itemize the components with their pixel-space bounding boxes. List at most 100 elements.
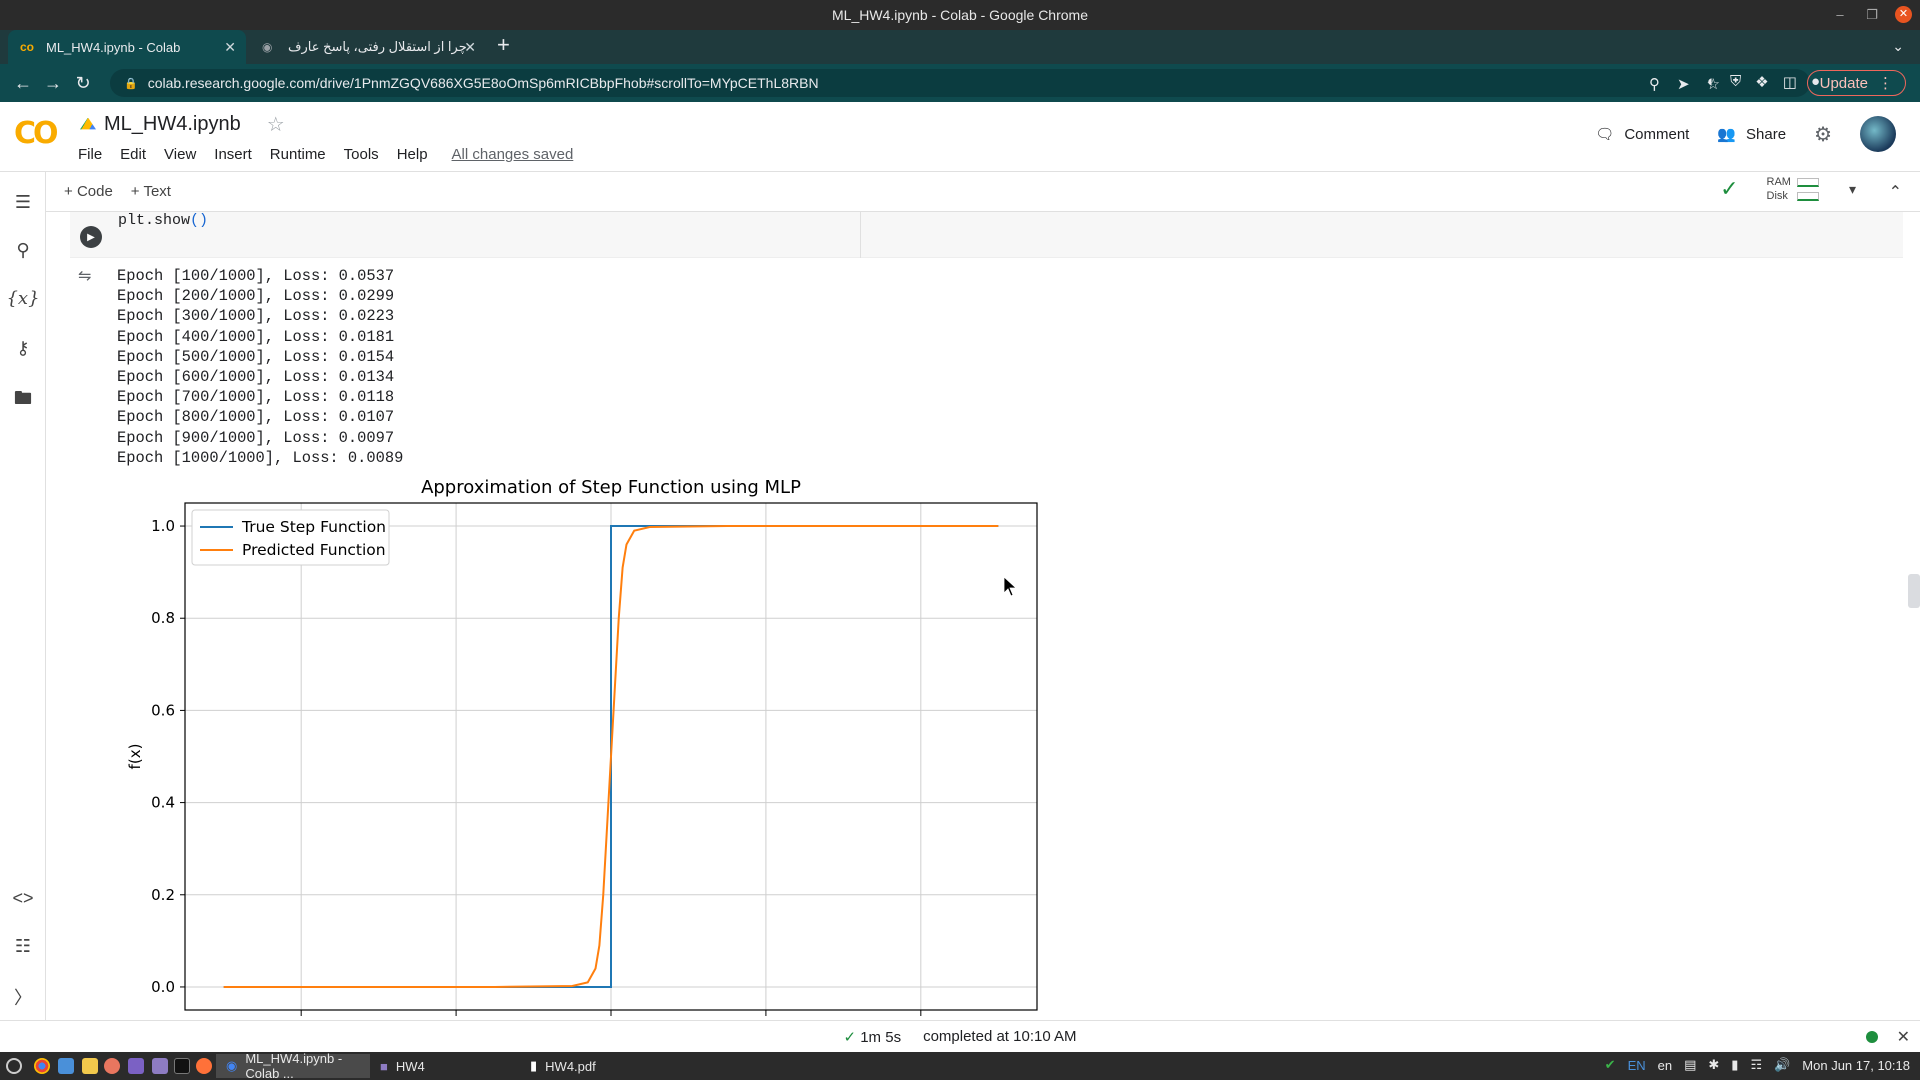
system-tray: ✔ EN en ▤ ✱ ▮ ☶ 🔊 Mon Jun 17, 10:18 [1605,1057,1910,1073]
menu-edit[interactable]: Edit [120,146,146,163]
chart-title: Approximation of Step Function using MLP [421,477,801,498]
settings-gear-icon[interactable]: ⚙ [1814,122,1832,147]
completed-time: completed at 10:10 AM [923,1028,1077,1045]
firefox-launcher-icon[interactable] [196,1058,212,1074]
output-line: Epoch [400/1000], Loss: 0.0181 [117,327,395,346]
search-icon[interactable]: ⚲ [0,240,46,261]
colab-header: CO ML_HW4.ipynb ☆ File Edit View Insert … [0,102,1920,172]
tab-close-icon[interactable]: ✕ [224,39,236,56]
variables-icon[interactable]: {x} [0,288,46,309]
menu-runtime[interactable]: Runtime [270,146,326,163]
forward-icon[interactable]: → [38,73,68,94]
screen-icon[interactable]: ▤ [1684,1057,1696,1073]
globe-favicon-icon: ◉ [262,40,273,54]
clock[interactable]: Mon Jun 17, 10:18 [1802,1058,1910,1073]
address-bar[interactable]: 🔒 colab.research.google.com/drive/1PnmZG… [110,69,1810,97]
maximize-icon[interactable]: ❐ [1863,7,1881,23]
tab-article[interactable]: ◉ چرا از استقلال رفتی، پاسخ عارف ✕ [250,30,486,64]
keyboard-layout-en-lower[interactable]: en [1658,1058,1672,1073]
notebook-title[interactable]: ML_HW4.ipynb [104,113,241,136]
scrollbar-thumb[interactable] [1908,574,1920,608]
run-cell-button[interactable]: ▶ [80,226,102,248]
sidebar-icon[interactable]: ◫ [1783,73,1797,91]
left-icon-rail: ☰ ⚲ {x} ⚷ 🖿 <> ☷ 〉 [0,172,46,1020]
extension-icon[interactable]: ◐ [1707,73,1716,91]
code-cell[interactable]: plt.show() ▶ [70,212,1903,258]
key-icon[interactable]: ⚷ [0,338,46,359]
menu-tools[interactable]: Tools [344,146,379,163]
translate-launcher-icon[interactable] [58,1058,74,1074]
url-text: colab.research.google.com/drive/1PnmZGQV… [147,75,819,91]
menu-insert[interactable]: Insert [214,146,252,163]
keyboard-layout-en[interactable]: EN [1628,1058,1646,1073]
taskbar-task-folder[interactable]: ■ HW4 [370,1054,520,1078]
colab-logo[interactable]: CO [14,116,58,151]
battery-icon[interactable]: ▮ [1731,1057,1738,1073]
minimize-icon[interactable]: – [1831,7,1849,22]
tab-close-icon[interactable]: ✕ [464,39,476,56]
cell-divider [860,212,861,258]
output-line: Epoch [500/1000], Loss: 0.0154 [117,347,395,366]
tab-search-icon[interactable]: ⌄ [1892,38,1904,55]
y-tick-label: 0.2 [151,886,175,904]
menu-file[interactable]: File [78,146,102,163]
dropdown-caret-icon[interactable]: ▾ [1849,181,1856,198]
check-shield-icon[interactable]: ✔ [1605,1057,1616,1073]
code-snippets-icon[interactable]: <> [0,888,46,909]
update-button[interactable]: Update ⋮ [1806,70,1906,96]
close-window-icon[interactable]: ✕ [1895,6,1912,23]
close-status-icon[interactable]: ✕ [1897,1027,1910,1047]
terminal-launcher-icon[interactable] [174,1058,190,1074]
menu-bar: File Edit View Insert Runtime Tools Help… [78,146,573,163]
ram-meter [1796,177,1819,187]
output-line: Epoch [100/1000], Loss: 0.0537 [117,267,395,285]
browser-tab-strip: co ML_HW4.ipynb - Colab ✕ ◉ چرا از استقل… [0,30,1920,64]
add-code-label: Code [76,183,113,200]
reload-icon[interactable]: ↻ [68,73,98,94]
status-bar: ✓ 1m 5s completed at 10:10 AM ✕ [0,1020,1920,1052]
app-launcher-icon[interactable] [104,1058,120,1074]
collapse-header-icon[interactable]: ⌃ [1889,182,1902,202]
status-dot-icon [1866,1031,1878,1043]
drive-icon [80,117,96,130]
notes-launcher-icon[interactable] [82,1058,98,1074]
comment-button[interactable]: 🗨 Comment [1595,125,1689,144]
table-of-contents-icon[interactable]: ☰ [0,192,46,213]
add-code-button[interactable]: + Code [64,183,113,200]
y-axis-label: f(x) [126,744,144,770]
command-palette-icon[interactable]: ☷ [0,936,46,957]
new-tab-icon[interactable]: + [497,32,510,58]
folder-icon[interactable]: 🖿 [0,386,46,416]
share-button[interactable]: 👥 Share [1717,125,1786,144]
y-tick-label: 0.8 [151,609,175,627]
menu-help[interactable]: Help [397,146,428,163]
output-line: Epoch [600/1000], Loss: 0.0134 [117,368,395,387]
cell-output-text: Epoch [100/1000], Loss: 0.0537 Epoch [200… [117,266,403,468]
send-icon[interactable]: ➤ [1677,75,1690,93]
save-status[interactable]: All changes saved [452,146,574,163]
apps-menu-icon[interactable] [6,1058,22,1074]
media-launcher-icon[interactable] [128,1058,144,1074]
terminal-icon[interactable]: 〉 [0,984,46,1010]
taskbar-task-colab[interactable]: ◉ ML_HW4.ipynb - Colab ... [216,1051,370,1081]
volume-icon[interactable]: 🔊 [1774,1057,1790,1073]
chrome-icon: ◉ [226,1058,238,1073]
output-toggle-icon[interactable]: ⇋ [78,266,91,286]
add-text-button[interactable]: + Text [131,183,171,200]
puzzle-icon[interactable]: ❖ [1755,73,1768,91]
wifi-icon[interactable]: ☶ [1750,1057,1762,1073]
resource-monitor[interactable]: ✓ RAM Disk ▾ [1720,176,1856,202]
chrome-launcher-icon[interactable] [34,1058,50,1074]
menu-view[interactable]: View [164,146,196,163]
files-launcher-icon[interactable] [152,1058,168,1074]
tab-colab[interactable]: co ML_HW4.ipynb - Colab ✕ [8,30,246,64]
shield-icon[interactable]: ⛨ [1730,73,1741,91]
zoom-icon[interactable]: ⚲ [1649,75,1660,93]
disk-meter [1796,191,1819,201]
taskbar-task-pdf[interactable]: ▮ HW4.pdf [520,1054,670,1078]
bluetooth-icon[interactable]: ✱ [1708,1057,1719,1073]
back-icon[interactable]: ← [8,73,38,94]
tab-title: ML_HW4.ipynb - Colab [46,39,181,55]
star-icon[interactable]: ☆ [267,112,285,137]
avatar[interactable] [1860,116,1896,152]
